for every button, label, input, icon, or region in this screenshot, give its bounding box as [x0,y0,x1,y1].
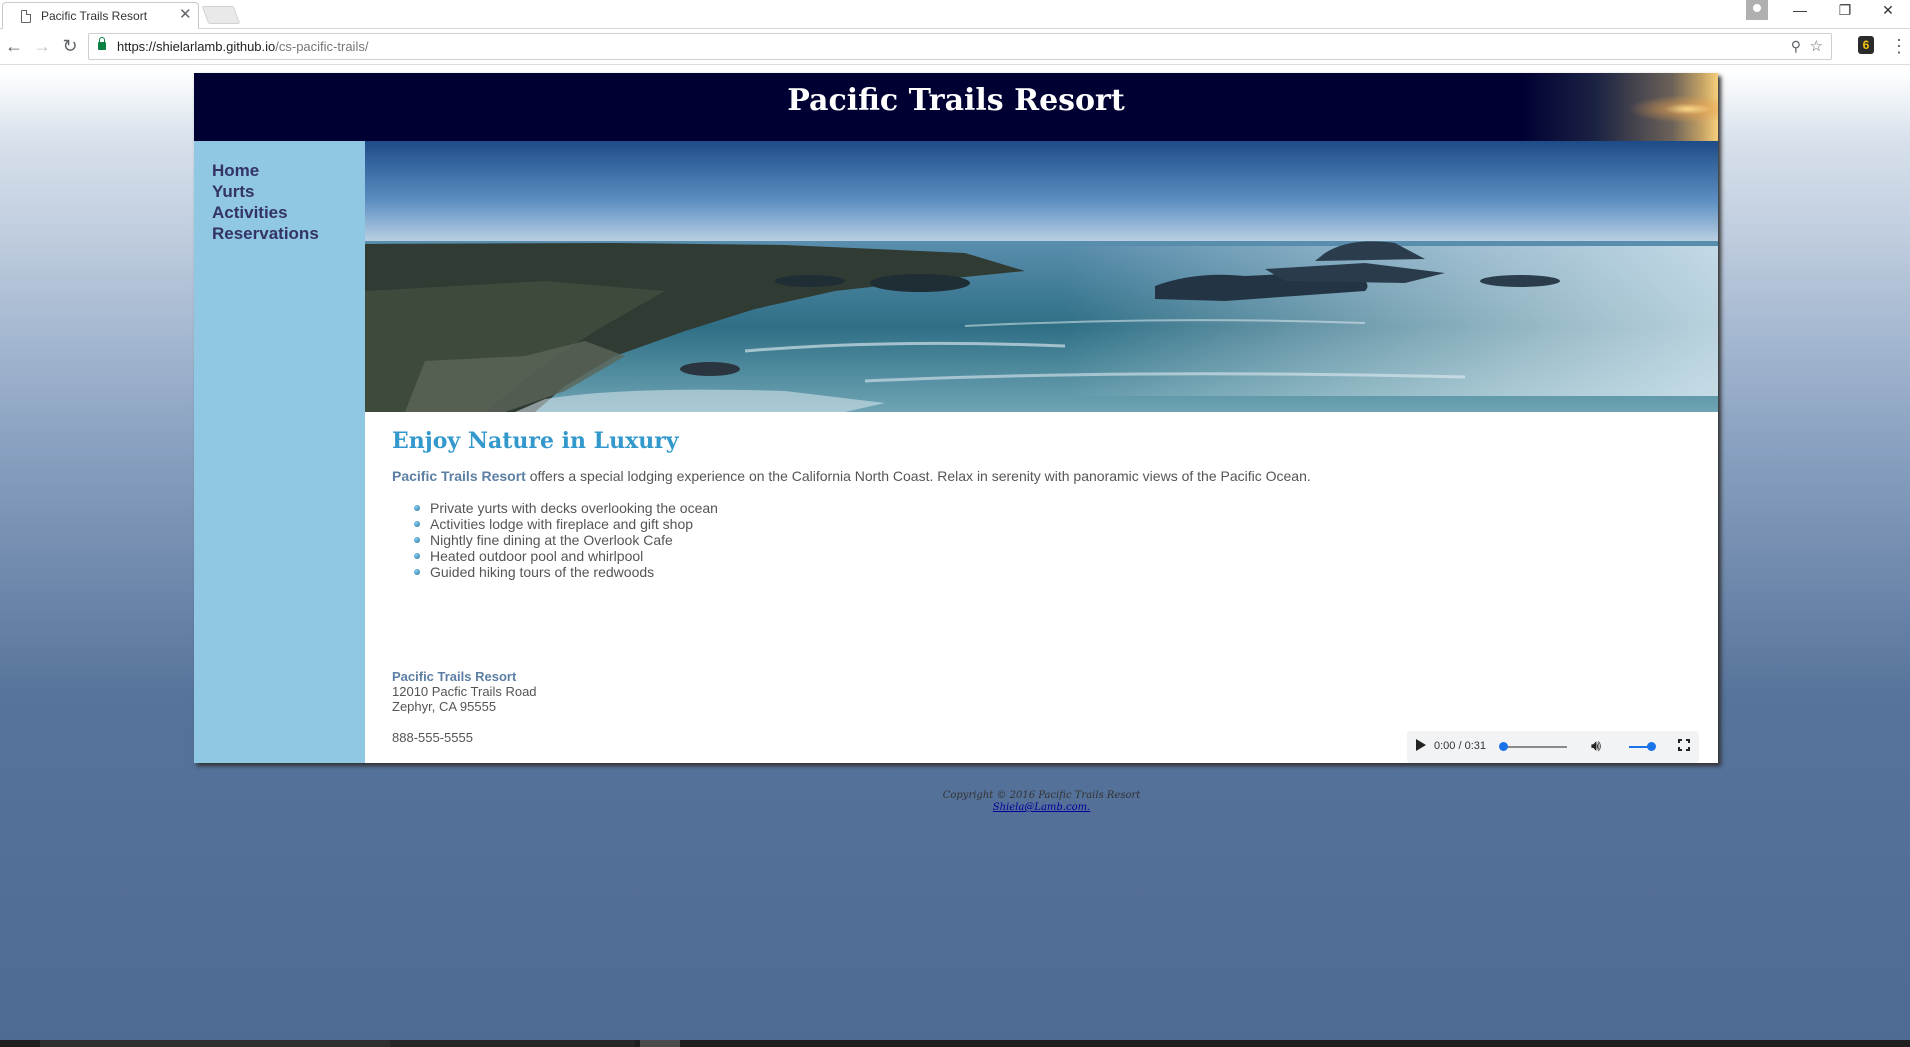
page-heading: Enjoy Nature in Luxury [392,428,679,454]
volume-icon[interactable]: 🔊︎ [1591,738,1601,756]
main-content: Enjoy Nature in Luxury Pacific Trails Re… [365,141,1718,813]
page-wrapper: Pacific Trails Resort Home Yurts Activit… [194,73,1718,813]
taskbar-item[interactable] [40,1040,390,1047]
volume-handle[interactable] [1647,742,1656,751]
nav-link-activities[interactable]: Activities [212,203,288,222]
site-title: Pacific Trails Resort [787,83,1125,118]
copyright-text: Copyright © 2016 Pacific Trails Resort [942,790,1141,801]
contact-city: Zephyr, CA 95555 [392,699,497,714]
reload-button[interactable]: ↻ [59,36,81,57]
list-item: Private yurts with decks overlooking the… [414,500,718,516]
coastline-hero-image [365,141,1718,412]
os-taskbar [0,1040,1910,1047]
list-item: Guided hiking tours of the redwoods [414,564,718,580]
play-icon[interactable] [1416,739,1426,751]
taskbar-item[interactable] [390,1040,635,1047]
intro-paragraph: Pacific Trails Resort offers a special l… [392,468,1311,484]
lock-icon [98,37,106,50]
audio-seek-bar[interactable] [1501,746,1567,748]
list-item: Nightly fine dining at the Overlook Cafe [414,532,718,548]
document-icon [21,10,31,23]
nav-link-yurts[interactable]: Yurts [212,182,255,201]
fullscreen-icon[interactable] [1678,739,1690,751]
tab-title: Pacific Trails Resort [41,9,148,23]
minimize-button[interactable]: — [1778,2,1822,18]
contact-phone: 888-555-5555 [392,730,473,745]
audio-seek-handle[interactable] [1499,742,1508,751]
extension-icon[interactable]: 6 [1858,36,1874,54]
address-toolbar: ← → ↻ https://shielarlamb.github.io/cs-p… [0,29,1910,65]
bookmark-star-icon[interactable]: ☆ [1810,37,1823,55]
browser-tab-bar: Pacific Trails Resort ✕ — ❐ ✕ [0,0,1910,29]
contact-address: Pacific Trails Resort 12010 Pacfic Trail… [392,669,537,714]
back-button[interactable]: ← [3,36,25,57]
list-item: Heated outdoor pool and whirlpool [414,548,718,564]
email-link[interactable]: Shiela@Lamb.com. [993,802,1091,813]
profile-icon[interactable] [1746,0,1768,20]
forward-button[interactable]: → [31,36,53,57]
intro-text: offers a special lodging experience on t… [525,468,1311,484]
audio-player: 0:00 / 0:31 🔊︎ [1407,731,1699,763]
site-header: Pacific Trails Resort [194,73,1718,141]
url-text: https://shielarlamb.github.io/cs-pacific… [117,39,369,54]
taskbar-item[interactable] [640,1040,680,1047]
nav-link-home[interactable]: Home [212,161,259,180]
nav-link-reservations[interactable]: Reservations [212,224,319,243]
tab-close-icon[interactable]: ✕ [179,6,192,24]
restore-button[interactable]: ❐ [1823,2,1867,19]
site-footer: Copyright © 2016 Pacific Trails Resort S… [365,790,1718,814]
zoom-icon[interactable]: ⚲ [1791,38,1801,55]
list-item: Activities lodge with fireplace and gift… [414,516,718,532]
address-bar[interactable]: https://shielarlamb.github.io/cs-pacific… [88,33,1832,60]
main-nav: Home Yurts Activities Reservations [194,141,365,763]
new-tab-button[interactable] [201,6,241,24]
browser-tab-active[interactable]: Pacific Trails Resort ✕ [2,2,199,29]
features-list: Private yurts with decks overlooking the… [414,500,718,580]
contact-street: 12010 Pacfic Trails Road [392,684,537,699]
browser-menu-icon[interactable]: ⋮ [1890,36,1908,57]
intro-brand: Pacific Trails Resort [392,468,526,484]
audio-time: 0:00 / 0:31 [1434,740,1486,752]
close-window-button[interactable]: ✕ [1866,2,1910,19]
contact-name: Pacific Trails Resort [392,669,517,684]
